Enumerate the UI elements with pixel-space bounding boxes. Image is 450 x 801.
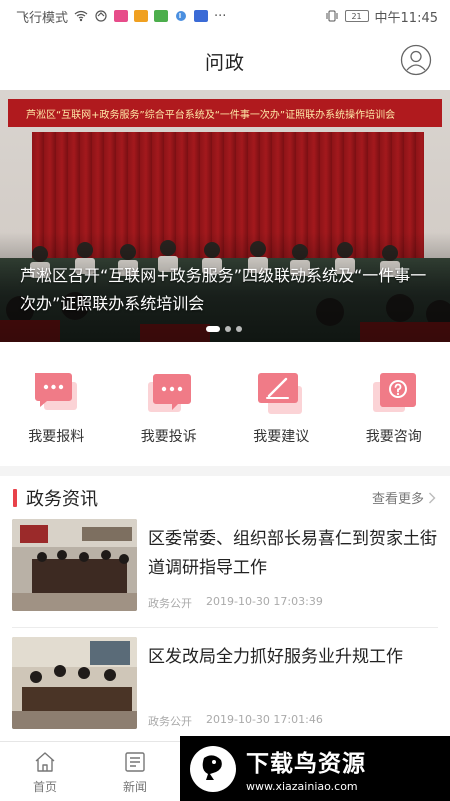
vibrate-icon <box>326 10 338 22</box>
tab-home-label: 首页 <box>32 780 57 794</box>
status-bar: 飞行模式 ··· 21 中午11:45 <box>0 0 450 32</box>
news-meta: 政务公开 2019-10-30 17:03:39 <box>148 595 323 611</box>
banner-dot-1[interactable] <box>206 326 220 332</box>
action-complaint[interactable]: 我要投诉 <box>113 358 226 458</box>
site-watermark: 下载鸟资源 www.xiazainiao.com <box>180 736 450 801</box>
section-title: 政务资讯 <box>26 489 98 510</box>
user-circle-icon[interactable] <box>400 44 432 76</box>
news-title: 区发改局全力抓好服务业升规工作 <box>148 647 403 667</box>
news-category: 政务公开 <box>148 597 192 610</box>
news-title: 区委常委、组织部长易喜仁到贺家土街道调研指导工作 <box>148 529 437 578</box>
action-consult-label: 我要咨询 <box>365 429 422 445</box>
music-icon <box>176 11 187 21</box>
bird-logo-icon <box>190 745 236 792</box>
section-accent-bar <box>13 489 17 507</box>
view-more-label: 查看更多 <box>371 492 424 507</box>
quick-actions: 我要报料 我要投诉 我要建议 我要咨询 <box>0 358 450 458</box>
section-divider <box>0 466 450 476</box>
message-notification-icon <box>194 10 209 22</box>
news-item[interactable]: 区委常委、组织部长易喜仁到贺家土街道调研指导工作 政务公开 2019-10-30… <box>0 519 450 631</box>
view-more-link[interactable]: 查看更多 <box>372 488 436 507</box>
watermark-text: 下载鸟资源 www.xiazainiao.com <box>246 744 366 793</box>
news-icon <box>125 752 145 772</box>
news-meta: 政务公开 2019-10-30 17:01:46 <box>148 713 323 729</box>
tab-news[interactable]: 新闻 <box>90 742 180 801</box>
airplane-mode-text: 飞行模式 <box>16 10 69 26</box>
action-suggest[interactable]: 我要建议 <box>225 358 338 458</box>
chevron-right-icon <box>429 492 436 503</box>
watermark-url: www.xiazainiao.com <box>246 780 358 793</box>
news-item[interactable]: 区发改局全力抓好服务业升规工作 政务公开 2019-10-30 17:01:46 <box>0 637 450 749</box>
news-datetime: 2019-10-30 17:03:39 <box>206 595 323 608</box>
banner-dot-3[interactable] <box>236 326 242 332</box>
banner-pagination <box>206 326 242 332</box>
action-report-label: 我要报料 <box>28 429 85 445</box>
page-title: 问政 <box>204 51 245 74</box>
more-notifications: ··· <box>214 8 227 24</box>
banner-dot-2[interactable] <box>225 326 231 332</box>
section-header-news: 政务资讯 查看更多 <box>0 476 450 520</box>
app-header: 问政 <box>0 32 450 90</box>
action-consult[interactable]: 我要咨询 <box>338 358 450 458</box>
complaint-icon <box>147 374 191 412</box>
tab-home[interactable]: 首页 <box>0 742 90 801</box>
list-divider <box>12 627 438 628</box>
banner-strip-text: 芦淞区“互联网+政务服务”综合平台系统及“一件事一次办”证照联办系统操作培训会 <box>26 109 396 121</box>
action-suggest-label: 我要建议 <box>253 429 310 445</box>
news-thumbnail <box>12 519 137 611</box>
action-report[interactable]: 我要报料 <box>0 358 113 458</box>
wifi-icon <box>74 10 88 22</box>
question-icon <box>372 373 416 412</box>
status-time: 中午11:45 <box>374 10 438 26</box>
chat-notification-icon <box>154 10 169 22</box>
battery-indicator: 21 <box>344 10 369 22</box>
app-notification-icon <box>114 10 129 22</box>
banner-meeting-banner-strip: 芦淞区“互联网+政务服务”综合平台系统及“一件事一次办”证照联办系统操作培训会 <box>8 99 442 127</box>
news-category: 政务公开 <box>148 715 192 728</box>
status-left: 飞行模式 ··· <box>16 7 226 26</box>
action-complaint-label: 我要投诉 <box>140 429 197 445</box>
pen-suggest-icon <box>258 373 303 414</box>
news-datetime: 2019-10-30 17:01:46 <box>206 713 323 726</box>
tab-news-label: 新闻 <box>122 780 147 794</box>
sync-icon <box>95 10 107 22</box>
home-icon <box>35 752 55 772</box>
status-right: 21 中午11:45 <box>325 7 438 26</box>
news-banner-carousel[interactable]: 芦淞区“互联网+政务服务”综合平台系统及“一件事一次办”证照联办系统操作培训会 … <box>0 90 450 342</box>
image-notification-icon <box>134 10 149 22</box>
banner-caption[interactable]: 芦淞区召开“互联网+政务服务”四级联动系统及“一件事一次办”证照联办系统培训会 <box>20 262 430 318</box>
chat-dots-icon <box>35 373 78 410</box>
watermark-title: 下载鸟资源 <box>246 751 366 777</box>
news-thumbnail <box>12 637 137 729</box>
